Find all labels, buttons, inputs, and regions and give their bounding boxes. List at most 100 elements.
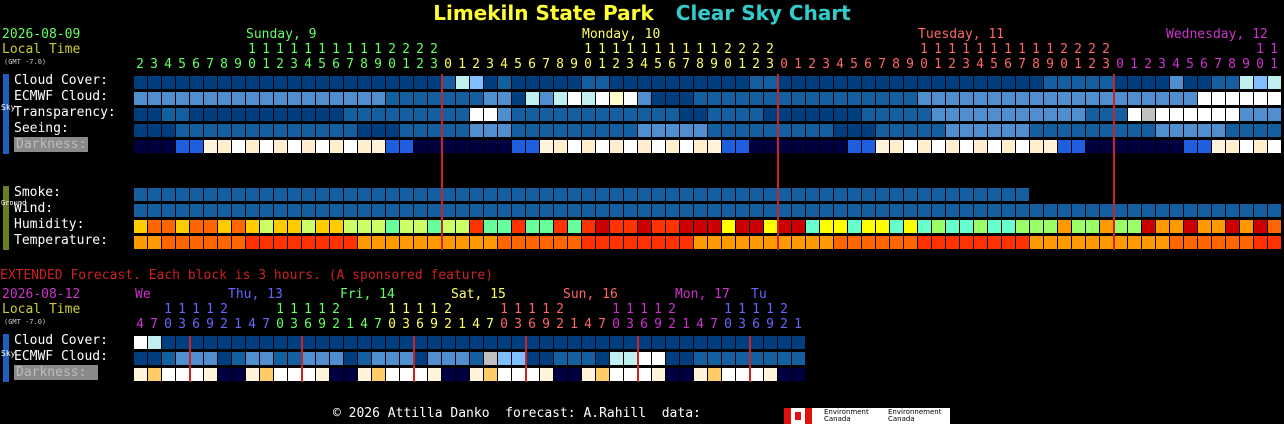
smoke-cell[interactable] <box>694 188 707 201</box>
humidity-cell[interactable] <box>1058 220 1071 233</box>
smoke-cell[interactable] <box>624 188 637 201</box>
seeing-cell[interactable] <box>442 124 455 137</box>
ecmwf-cloud-cell[interactable] <box>428 92 441 105</box>
smoke-cell[interactable] <box>428 188 441 201</box>
ecmwf-cloud-cell[interactable] <box>610 92 623 105</box>
humidity-cell[interactable] <box>596 220 609 233</box>
wind-cell[interactable] <box>932 204 945 217</box>
cloud-cover-cell[interactable] <box>596 76 609 89</box>
ecmwf-cloud-cell[interactable] <box>1058 92 1071 105</box>
temperature-cell[interactable] <box>764 236 777 249</box>
smoke-cell[interactable] <box>568 188 581 201</box>
darkness-cell[interactable] <box>596 140 609 153</box>
ext-ecmwf-cloud-cell[interactable] <box>610 352 623 365</box>
transparency-cell[interactable] <box>890 108 903 121</box>
smoke-cell[interactable] <box>652 188 665 201</box>
humidity-cell[interactable] <box>344 220 357 233</box>
wind-cell[interactable] <box>526 204 539 217</box>
wind-cell[interactable] <box>652 204 665 217</box>
ext-darkness-cell[interactable] <box>484 368 497 381</box>
wind-cell[interactable] <box>358 204 371 217</box>
darkness-cell[interactable] <box>1142 140 1155 153</box>
cloud-cover-cell[interactable] <box>372 76 385 89</box>
ext-darkness-cell[interactable] <box>736 368 749 381</box>
smoke-cell[interactable] <box>400 188 413 201</box>
transparency-cell[interactable] <box>778 108 791 121</box>
cloud-cover-cell[interactable] <box>624 76 637 89</box>
temperature-cell[interactable] <box>750 236 763 249</box>
transparency-cell[interactable] <box>1198 108 1211 121</box>
ecmwf-cloud-cell[interactable] <box>176 92 189 105</box>
smoke-cell[interactable] <box>344 188 357 201</box>
cloud-cover-cell[interactable] <box>792 76 805 89</box>
smoke-cell[interactable] <box>638 188 651 201</box>
ext-cloud-cover-cell[interactable] <box>330 336 343 349</box>
humidity-cell[interactable] <box>386 220 399 233</box>
humidity-cell[interactable] <box>148 220 161 233</box>
temperature-cell[interactable] <box>1058 236 1071 249</box>
wind-cell[interactable] <box>1198 204 1211 217</box>
ecmwf-cloud-cell[interactable] <box>946 92 959 105</box>
ecmwf-cloud-cell[interactable] <box>722 92 735 105</box>
cloud-cover-cell[interactable] <box>540 76 553 89</box>
humidity-cell[interactable] <box>862 220 875 233</box>
wind-cell[interactable] <box>288 204 301 217</box>
cloud-cover-cell[interactable] <box>918 76 931 89</box>
transparency-cell[interactable] <box>722 108 735 121</box>
seeing-cell[interactable] <box>232 124 245 137</box>
wind-cell[interactable] <box>1212 204 1225 217</box>
transparency-cell[interactable] <box>540 108 553 121</box>
temperature-cell[interactable] <box>1086 236 1099 249</box>
darkness-cell[interactable] <box>428 140 441 153</box>
wind-cell[interactable] <box>1240 204 1253 217</box>
temperature-cell[interactable] <box>582 236 595 249</box>
seeing-cell[interactable] <box>750 124 763 137</box>
ecmwf-cloud-cell[interactable] <box>736 92 749 105</box>
wind-cell[interactable] <box>596 204 609 217</box>
humidity-cell[interactable] <box>918 220 931 233</box>
ext-cloud-cover-cell[interactable] <box>344 336 357 349</box>
transparency-cell[interactable] <box>1114 108 1127 121</box>
temperature-cell[interactable] <box>470 236 483 249</box>
darkness-cell[interactable] <box>526 140 539 153</box>
smoke-cell[interactable] <box>792 188 805 201</box>
ext-darkness-cell[interactable] <box>470 368 483 381</box>
humidity-cell[interactable] <box>638 220 651 233</box>
transparency-cell[interactable] <box>1030 108 1043 121</box>
cloud-cover-cell[interactable] <box>806 76 819 89</box>
cloud-cover-cell[interactable] <box>232 76 245 89</box>
cloud-cover-cell[interactable] <box>148 76 161 89</box>
darkness-cell[interactable] <box>624 140 637 153</box>
ext-cloud-cover-cell[interactable] <box>470 336 483 349</box>
seeing-cell[interactable] <box>722 124 735 137</box>
darkness-cell[interactable] <box>610 140 623 153</box>
cloud-cover-cell[interactable] <box>428 76 441 89</box>
temperature-cell[interactable] <box>428 236 441 249</box>
temperature-cell[interactable] <box>848 236 861 249</box>
temperature-cell[interactable] <box>722 236 735 249</box>
humidity-cell[interactable] <box>470 220 483 233</box>
wind-cell[interactable] <box>428 204 441 217</box>
ecmwf-cloud-cell[interactable] <box>1254 92 1267 105</box>
darkness-cell[interactable] <box>680 140 693 153</box>
ext-ecmwf-cloud-cell[interactable] <box>162 352 175 365</box>
ext-ecmwf-cloud-cell[interactable] <box>582 352 595 365</box>
seeing-cell[interactable] <box>652 124 665 137</box>
transparency-cell[interactable] <box>162 108 175 121</box>
ext-cloud-cover-cell[interactable] <box>274 336 287 349</box>
ext-cloud-cover-cell[interactable] <box>148 336 161 349</box>
cloud-cover-cell[interactable] <box>176 76 189 89</box>
smoke-cell[interactable] <box>470 188 483 201</box>
humidity-cell[interactable] <box>288 220 301 233</box>
ext-darkness-cell[interactable] <box>778 368 791 381</box>
humidity-cell[interactable] <box>946 220 959 233</box>
cloud-cover-cell[interactable] <box>1226 76 1239 89</box>
ecmwf-cloud-cell[interactable] <box>1072 92 1085 105</box>
ext-darkness-cell[interactable] <box>232 368 245 381</box>
darkness-cell[interactable] <box>1002 140 1015 153</box>
darkness-cell[interactable] <box>1030 140 1043 153</box>
ext-ecmwf-cloud-cell[interactable] <box>246 352 259 365</box>
seeing-cell[interactable] <box>456 124 469 137</box>
ext-ecmwf-cloud-cell[interactable] <box>708 352 721 365</box>
ext-ecmwf-cloud-cell[interactable] <box>344 352 357 365</box>
